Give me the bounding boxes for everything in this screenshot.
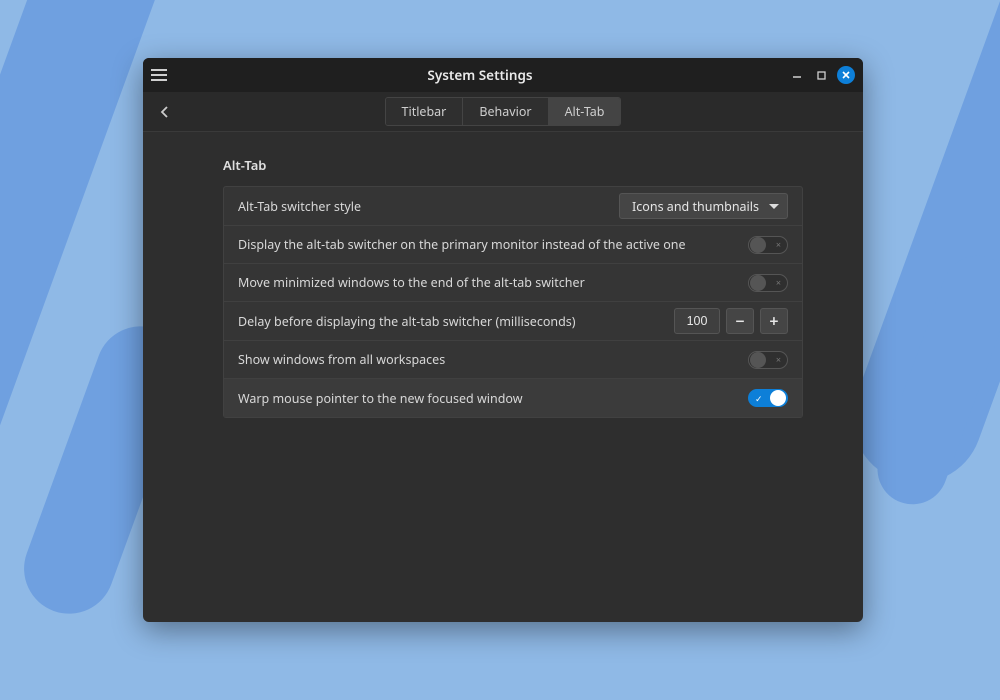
row-move-minimized: Move minimized windows to the end of the…: [224, 264, 802, 302]
window-title: System Settings: [171, 66, 789, 84]
tab-titlebar[interactable]: Titlebar: [386, 98, 464, 125]
settings-panel: Alt-Tab switcher style Icons and thumbna…: [223, 186, 803, 418]
toggle-off-icon: [776, 238, 781, 251]
setting-label: Move minimized windows to the end of the…: [238, 274, 738, 291]
primary-monitor-toggle[interactable]: [748, 236, 788, 254]
dropdown-value: Icons and thumbnails: [632, 198, 759, 215]
toggle-knob: [750, 237, 766, 253]
close-button[interactable]: [837, 66, 855, 84]
section-title: Alt-Tab: [223, 156, 803, 174]
window-controls: [789, 66, 855, 84]
toggle-on-icon: [755, 392, 763, 405]
toggle-knob: [750, 275, 766, 291]
setting-label: Show windows from all workspaces: [238, 351, 738, 368]
toolbar: Titlebar Behavior Alt-Tab: [143, 92, 863, 132]
row-delay: Delay before displaying the alt-tab swit…: [224, 302, 802, 341]
setting-label: Display the alt-tab switcher on the prim…: [238, 236, 738, 253]
all-workspaces-toggle[interactable]: [748, 351, 788, 369]
row-warp-mouse: Warp mouse pointer to the new focused wi…: [224, 379, 802, 417]
setting-label: Warp mouse pointer to the new focused wi…: [238, 390, 738, 407]
decrement-button[interactable]: −: [726, 308, 754, 334]
chevron-down-icon: [769, 204, 779, 209]
switcher-style-dropdown[interactable]: Icons and thumbnails: [619, 193, 788, 219]
settings-window: System Settings Titlebar Behavior Alt-Ta…: [143, 58, 863, 622]
increment-button[interactable]: +: [760, 308, 788, 334]
toggle-off-icon: [776, 353, 781, 366]
minimize-button[interactable]: [789, 67, 805, 83]
warp-mouse-toggle[interactable]: [748, 389, 788, 407]
toggle-off-icon: [776, 276, 781, 289]
row-switcher-style: Alt-Tab switcher style Icons and thumbna…: [224, 187, 802, 226]
delay-input[interactable]: [674, 308, 720, 334]
back-button[interactable]: [153, 100, 177, 124]
maximize-button[interactable]: [813, 67, 829, 83]
tab-behavior[interactable]: Behavior: [463, 98, 548, 125]
delay-stepper: − +: [674, 308, 788, 334]
toggle-knob: [770, 390, 786, 406]
setting-label: Alt-Tab switcher style: [238, 198, 609, 215]
setting-label: Delay before displaying the alt-tab swit…: [238, 313, 664, 330]
row-all-workspaces: Show windows from all workspaces: [224, 341, 802, 379]
row-primary-monitor: Display the alt-tab switcher on the prim…: [224, 226, 802, 264]
hamburger-menu-icon[interactable]: [151, 65, 171, 85]
tab-group: Titlebar Behavior Alt-Tab: [385, 97, 622, 126]
titlebar: System Settings: [143, 58, 863, 92]
toggle-knob: [750, 352, 766, 368]
tab-alt-tab[interactable]: Alt-Tab: [549, 98, 621, 125]
move-minimized-toggle[interactable]: [748, 274, 788, 292]
content-area: Alt-Tab Alt-Tab switcher style Icons and…: [143, 132, 863, 622]
